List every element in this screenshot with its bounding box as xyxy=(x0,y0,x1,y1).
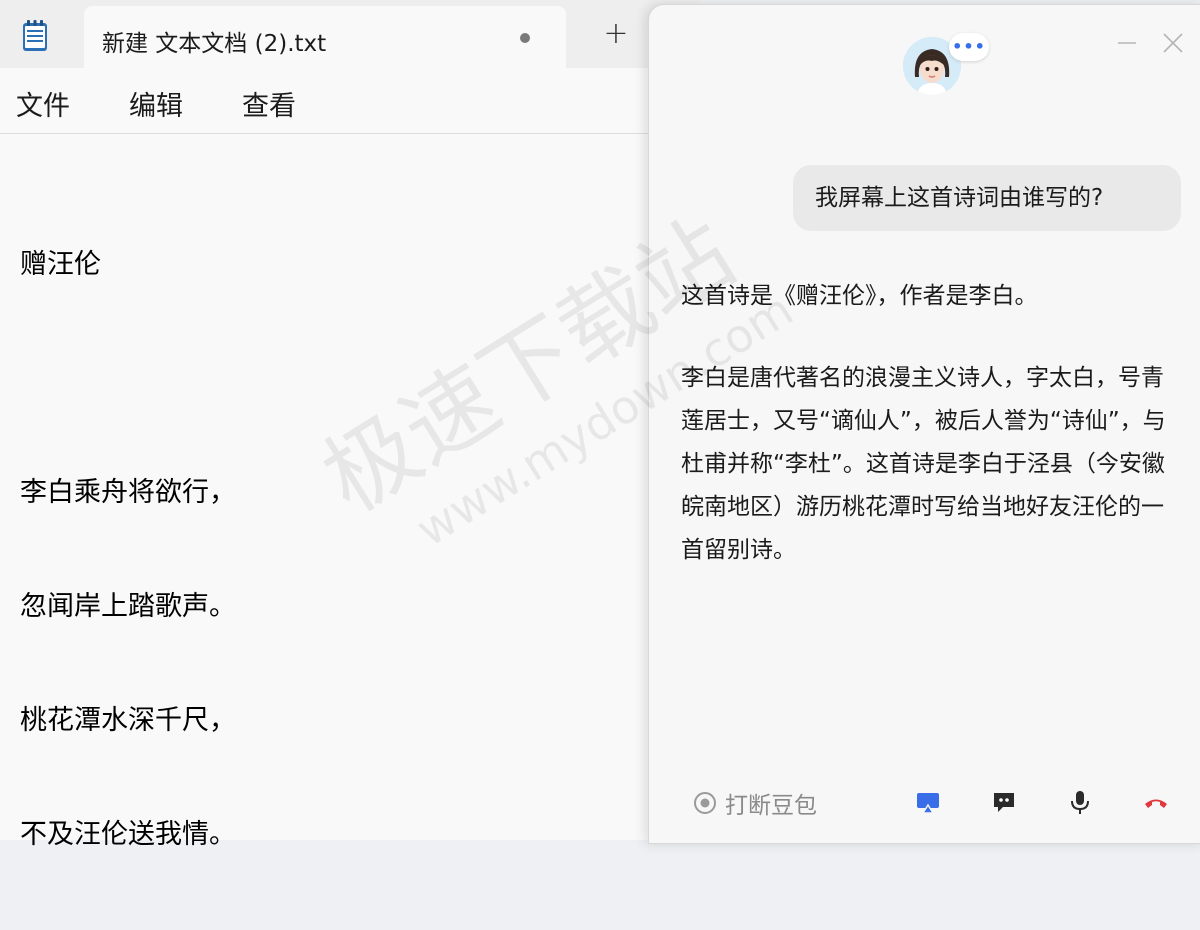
menu-file[interactable]: 文件 xyxy=(16,84,70,123)
editor-line: 桃花潭水深千尺， xyxy=(20,705,236,736)
menu-bar: 文件 编辑 查看 xyxy=(0,68,700,134)
unsaved-indicator-icon[interactable] xyxy=(520,33,530,43)
chat-bubble-icon xyxy=(994,793,1014,812)
interrupt-button[interactable]: 打断豆包 xyxy=(693,785,817,821)
editor-line: 忽闻岸上踏歌声。 xyxy=(20,591,236,622)
assistant-panel: ••• 我屏幕上这首诗词由谁写的? 这首诗是《赠汪伦》，作者是李白。 李白是唐代… xyxy=(648,4,1200,844)
notepad-app-icon xyxy=(22,20,48,52)
text-editor[interactable]: 赠汪伦 李白乘舟将欲行， 忽闻岸上踏歌声。 桃花潭水深千尺， 不及汪伦送我情。 xyxy=(20,170,236,930)
screen-share-icon xyxy=(917,793,939,814)
new-tab-button[interactable]: + xyxy=(600,18,632,50)
minimize-icon xyxy=(1118,42,1136,44)
voice-control-bar: 打断豆包 xyxy=(649,773,1200,833)
editor-line: 不及汪伦送我情。 xyxy=(20,819,236,850)
assistant-reply-detail: 李白是唐代著名的浪漫主义诗人，字太白，号青莲居士，又号“谪仙人”，被后人誉为“诗… xyxy=(681,365,1166,563)
hang-up-icon xyxy=(1145,799,1167,808)
tab-title: 新建 文本文档 (2).txt xyxy=(102,31,327,57)
menu-edit[interactable]: 编辑 xyxy=(129,84,183,123)
interrupt-label: 打断豆包 xyxy=(725,793,817,819)
notepad-window: 新建 文本文档 (2).txt + 文件 编辑 查看 赠汪伦 李白乘舟将欲行， … xyxy=(0,0,700,850)
editor-line: 李白乘舟将欲行， xyxy=(20,477,236,508)
typing-indicator: ••• xyxy=(949,33,989,61)
user-message-bubble: 我屏幕上这首诗词由谁写的? xyxy=(793,165,1181,231)
microphone-button[interactable] xyxy=(1065,787,1095,817)
tab-bar: 新建 文本文档 (2).txt + xyxy=(0,0,700,68)
interrupt-icon xyxy=(694,792,716,814)
microphone-icon xyxy=(1071,791,1089,814)
tab-document[interactable]: 新建 文本文档 (2).txt xyxy=(84,6,566,68)
editor-line: 赠汪伦 xyxy=(20,249,101,280)
subtitle-button[interactable] xyxy=(989,787,1019,817)
close-button[interactable] xyxy=(1161,31,1185,55)
screen-share-button[interactable] xyxy=(913,787,943,817)
menu-view[interactable]: 查看 xyxy=(242,84,296,123)
assistant-reply-intro: 这首诗是《赠汪伦》，作者是李白。 xyxy=(681,283,1038,309)
minimize-button[interactable] xyxy=(1115,31,1139,55)
hang-up-button[interactable] xyxy=(1141,787,1171,817)
close-icon xyxy=(1163,33,1183,53)
